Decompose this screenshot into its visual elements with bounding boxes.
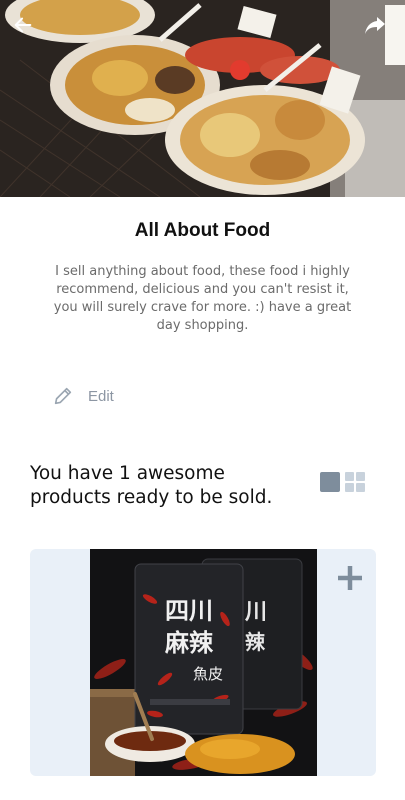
share-forward-icon (365, 17, 385, 34)
view-toggle (320, 472, 365, 492)
product-image[interactable]: 川 辣 四川 麻辣 魚皮 (90, 549, 317, 776)
product-card[interactable]: 川 辣 四川 麻辣 魚皮 (30, 549, 376, 776)
shop-title: All About Food (134, 220, 271, 241)
svg-text:魚皮: 魚皮 (193, 665, 223, 683)
grid-view-icon[interactable] (345, 472, 365, 492)
seafood-grill-photo (0, 0, 405, 197)
svg-text:麻辣: 麻辣 (164, 629, 214, 657)
shop-description: I sell anything about food, these food i… (53, 264, 352, 333)
svg-text:川: 川 (244, 600, 267, 625)
svg-text:辣: 辣 (245, 630, 266, 654)
edit-label: Edit (88, 387, 114, 405)
arrow-left-icon (14, 17, 32, 33)
share-button[interactable] (363, 14, 393, 44)
pencil-icon (54, 387, 72, 405)
single-view-icon[interactable] (320, 472, 340, 492)
edit-button[interactable]: Edit (52, 385, 114, 407)
product-photo: 川 辣 四川 麻辣 魚皮 (90, 549, 317, 776)
shop-cover-image (0, 0, 405, 197)
add-product-button[interactable] (337, 565, 363, 591)
back-button[interactable] (12, 14, 42, 44)
plus-icon (337, 565, 363, 591)
products-count-heading: You have 1 awesome products ready to be … (30, 463, 273, 508)
svg-text:四川: 四川 (165, 597, 213, 625)
